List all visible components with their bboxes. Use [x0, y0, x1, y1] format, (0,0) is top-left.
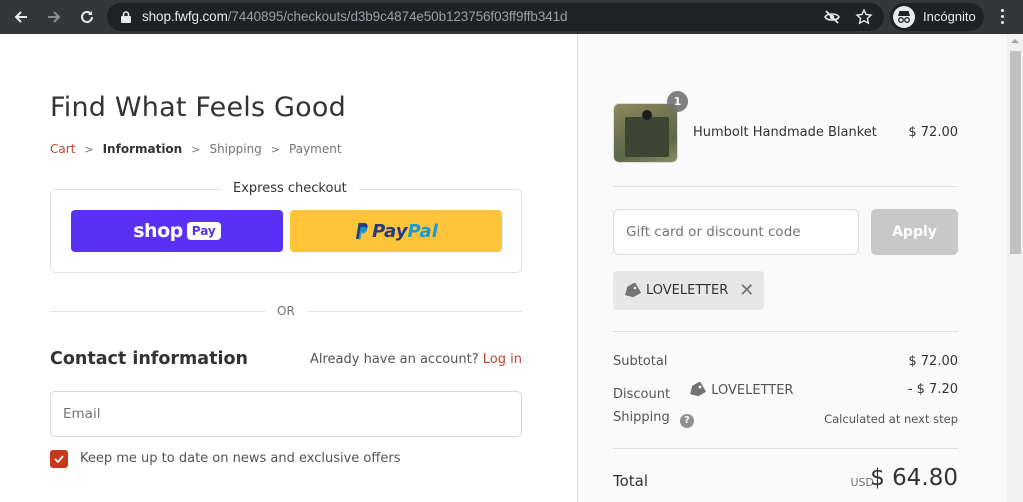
discount-code-input[interactable]	[613, 209, 859, 255]
checkout-page: Find What Feels Good Cart > Information …	[0, 34, 1023, 502]
incognito-icon	[893, 6, 915, 28]
blanket-image	[625, 117, 669, 157]
chevron-right-icon: >	[191, 142, 201, 156]
paypal-button[interactable]: PayPal	[290, 210, 502, 252]
paypal-logo-pay: Pay	[372, 220, 408, 242]
chevron-right-icon: >	[84, 142, 94, 156]
scrollbar[interactable]	[1007, 34, 1023, 502]
account-prompt: Already have an account? Log in	[310, 352, 522, 367]
or-divider: OR	[50, 304, 522, 318]
divider-line	[307, 311, 522, 312]
breadcrumb-information: Information	[102, 142, 183, 156]
discount-code: LOVELETTER	[711, 382, 794, 398]
product-name: Humbolt Handmade Blanket	[693, 125, 877, 140]
subtotal-row: Subtotal $ 72.00	[613, 354, 958, 369]
breadcrumb-payment: Payment	[289, 142, 342, 156]
paypal-logo-pal: Pal	[407, 220, 438, 242]
express-checkout-title: Express checkout	[221, 181, 359, 196]
subtotal-label: Subtotal	[613, 354, 668, 369]
divider-line	[50, 311, 265, 312]
tag-icon	[625, 282, 641, 297]
reload-icon	[81, 10, 93, 23]
url-host: shop.fwfg.com	[142, 9, 228, 24]
remove-discount-icon[interactable]: ✕	[739, 281, 754, 300]
forward-button[interactable]	[42, 5, 66, 29]
shop-pay-logo-word: shop	[133, 220, 183, 242]
checkmark-icon	[54, 455, 64, 463]
breadcrumb-shipping: Shipping	[209, 142, 262, 156]
account-prompt-text: Already have an account?	[309, 352, 479, 367]
contact-information-title: Contact information	[50, 349, 248, 369]
chevron-right-icon: >	[270, 142, 281, 156]
product-price: $ 72.00	[908, 125, 958, 140]
breadcrumb-cart[interactable]: Cart	[50, 142, 75, 156]
shop-title: Find What Feels Good	[50, 92, 346, 123]
discount-label: Discount	[613, 387, 671, 402]
divider	[613, 331, 958, 332]
address-bar[interactable]: shop.fwfg.com/7440895/checkouts/d3b9c487…	[107, 3, 884, 31]
browser-toolbar: shop.fwfg.com/7440895/checkouts/d3b9c487…	[0, 0, 1023, 34]
newsletter-label[interactable]: Keep me up to date on news and exclusive…	[80, 451, 400, 466]
shipping-row: Shipping ? Calculated at next step	[613, 410, 958, 428]
url-path: /7440895/checkouts/d3b9c4874e50b123756f0…	[227, 9, 568, 24]
applied-discount-tag: LOVELETTER ✕	[613, 271, 765, 310]
or-label: OR	[277, 304, 295, 318]
scrollbar-thumb[interactable]	[1010, 51, 1021, 254]
kebab-menu-icon[interactable]	[994, 7, 1010, 27]
newsletter-checkbox[interactable]	[50, 450, 68, 468]
apply-button[interactable]: Apply	[871, 209, 958, 255]
incognito-indicator[interactable]: Incógnito	[890, 3, 984, 31]
back-button[interactable]	[9, 5, 33, 29]
reload-button[interactable]	[75, 5, 99, 29]
forward-icon	[48, 11, 61, 23]
help-icon[interactable]: ?	[679, 413, 694, 428]
divider	[613, 186, 958, 187]
lock-icon	[121, 11, 131, 23]
product-line-item: 1 Humbolt Handmade Blanket $ 72.00	[613, 91, 958, 163]
shop-pay-logo-pill: Pay	[186, 222, 221, 240]
discount-value: - $ 7.20	[907, 382, 958, 397]
incognito-label: Incógnito	[923, 9, 976, 24]
eye-off-icon[interactable]	[823, 8, 841, 26]
paypal-logo-icon	[356, 223, 368, 240]
shipping-value: Calculated at next step	[824, 412, 958, 426]
scroll-up-arrow-icon[interactable]	[1011, 39, 1019, 43]
shipping-label: Shipping	[613, 410, 670, 425]
total-value: $ 64.80	[870, 465, 958, 491]
subtotal-value: $ 72.00	[908, 354, 958, 369]
tag-icon	[690, 382, 707, 397]
quantity-badge: 1	[667, 91, 688, 112]
total-label: Total	[613, 472, 649, 490]
blanket-image-figure	[642, 110, 652, 120]
shop-pay-button[interactable]: shop Pay	[71, 210, 283, 252]
email-field[interactable]	[50, 391, 522, 437]
applied-discount-code: LOVELETTER	[646, 283, 729, 298]
back-icon	[14, 11, 27, 23]
product-thumbnail	[613, 103, 678, 163]
login-link[interactable]: Log in	[483, 352, 522, 367]
breadcrumb: Cart > Information > Shipping > Payment	[50, 142, 342, 156]
url-text: shop.fwfg.com/7440895/checkouts/d3b9c487…	[142, 9, 568, 24]
express-checkout: Express checkout shop Pay PayPal	[50, 181, 522, 273]
star-icon[interactable]	[855, 8, 873, 26]
checkout-main: Find What Feels Good Cart > Information …	[0, 34, 577, 502]
divider	[613, 448, 958, 449]
order-summary: 1 Humbolt Handmade Blanket $ 72.00 Apply…	[577, 34, 1007, 502]
discount-row: Discount LOVELETTER - $ 7.20	[613, 382, 958, 402]
total-row: Total USD $ 64.80	[613, 465, 958, 500]
